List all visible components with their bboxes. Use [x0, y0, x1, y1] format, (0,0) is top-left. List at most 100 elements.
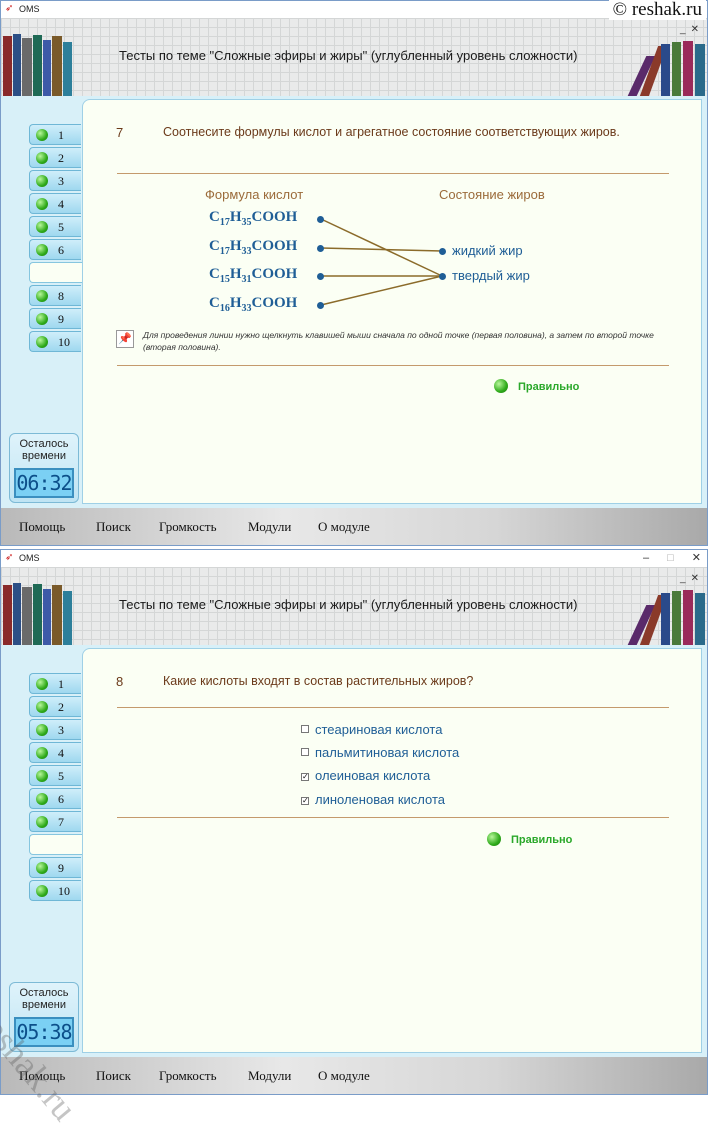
app-title: OMS: [19, 553, 40, 563]
header-controls[interactable]: _ ✕: [680, 24, 699, 35]
checkbox[interactable]: [301, 748, 309, 756]
formula-2-endpoint[interactable]: [317, 245, 324, 252]
timer-display: 06:32: [14, 468, 74, 498]
bottom-menu: Помощь Поиск Громкость Модули О модуле: [1, 508, 707, 545]
timer-panel: Осталось времени 06:32: [9, 433, 79, 503]
option-3[interactable]: ✓ олеиновая кислота: [301, 768, 430, 783]
state-1-endpoint[interactable]: [439, 248, 446, 255]
header-controls[interactable]: _ ✕: [680, 573, 699, 584]
header-banner: Тесты по теме "Сложные эфиры и жиры" (уг…: [1, 567, 707, 645]
option-1[interactable]: стеариновая кислота: [301, 722, 442, 737]
question-number: 8: [116, 674, 124, 689]
formula-3: C15H31COOH: [209, 266, 298, 285]
nav-question-7-current[interactable]: [29, 262, 85, 283]
title-bar: ➶ OMS – □ ✕: [1, 550, 707, 567]
nav-question-1[interactable]: 1: [29, 124, 81, 145]
status-led-icon: [36, 724, 48, 736]
minimize-icon[interactable]: _: [680, 573, 686, 584]
minimize-window-icon[interactable]: –: [643, 550, 649, 567]
status-led-icon: [36, 244, 48, 256]
app-logo-icon: ➶: [5, 552, 14, 563]
nav-question-3[interactable]: 3: [29, 719, 81, 740]
nav-question-4[interactable]: 4: [29, 193, 81, 214]
close-icon[interactable]: ✕: [691, 573, 699, 584]
result-status: Правильно: [511, 834, 573, 846]
question-text: Какие кислоты входят в состав растительн…: [163, 674, 474, 688]
menu-search[interactable]: Поиск: [96, 1068, 131, 1084]
bottom-menu: Помощь Поиск Громкость Модули О модуле: [1, 1057, 707, 1094]
nav-question-5[interactable]: 5: [29, 765, 81, 786]
status-led-icon: [36, 770, 48, 782]
status-led-icon: [36, 885, 48, 897]
correct-led-icon: [487, 832, 501, 846]
body-area: 1 2 3 4 5 6 7 9 10 Осталось времени 05:3…: [1, 645, 707, 1057]
maximize-window-icon[interactable]: □: [667, 550, 674, 567]
window-controls: – □ ✕: [643, 550, 701, 567]
nav-question-2[interactable]: 2: [29, 147, 81, 168]
menu-about[interactable]: О модуле: [318, 1068, 370, 1084]
formula-4-endpoint[interactable]: [317, 302, 324, 309]
menu-search[interactable]: Поиск: [96, 519, 131, 535]
status-led-icon: [36, 198, 48, 210]
menu-modules[interactable]: Модули: [248, 519, 291, 535]
formula-1: C17H35COOH: [209, 209, 298, 228]
watermark: © reshak.ru: [608, 0, 706, 20]
menu-volume[interactable]: Громкость: [159, 1068, 217, 1084]
books-right-decoration: [627, 589, 707, 645]
books-left-decoration: [1, 32, 79, 96]
divider: [117, 707, 669, 708]
nav-question-9[interactable]: 9: [29, 857, 81, 878]
formula-1-endpoint[interactable]: [317, 216, 324, 223]
correct-led-icon: [494, 379, 508, 393]
question-panel: 8 Какие кислоты входят в состав растител…: [82, 648, 702, 1053]
checkbox-checked[interactable]: ✓: [301, 773, 309, 781]
nav-question-6[interactable]: 6: [29, 788, 81, 809]
status-led-icon: [36, 290, 48, 302]
app-logo-icon: ➶: [5, 3, 14, 14]
option-2[interactable]: пальмитиновая кислота: [301, 745, 459, 760]
nav-question-4[interactable]: 4: [29, 742, 81, 763]
nav-question-6[interactable]: 6: [29, 239, 81, 260]
status-led-icon: [36, 793, 48, 805]
menu-volume[interactable]: Громкость: [159, 519, 217, 535]
divider: [117, 365, 669, 366]
nav-question-2[interactable]: 2: [29, 696, 81, 717]
nav-question-10[interactable]: 10: [29, 880, 81, 901]
menu-modules[interactable]: Модули: [248, 1068, 291, 1084]
app-title: OMS: [19, 4, 40, 14]
nav-question-3[interactable]: 3: [29, 170, 81, 191]
nav-question-9[interactable]: 9: [29, 308, 81, 329]
nav-question-5[interactable]: 5: [29, 216, 81, 237]
formula-3-endpoint[interactable]: [317, 273, 324, 280]
status-led-icon: [36, 336, 48, 348]
close-window-icon[interactable]: ✕: [692, 550, 701, 567]
nav-question-8-current[interactable]: [29, 834, 85, 855]
status-led-icon: [36, 816, 48, 828]
status-led-icon: [36, 313, 48, 325]
question-panel: 7 Соотнесите формулы кислот и агрегатное…: [82, 99, 702, 504]
nav-question-1[interactable]: 1: [29, 673, 81, 694]
header-banner: Тесты по теме "Сложные эфиры и жиры" (уг…: [1, 18, 707, 96]
books-right-decoration: [627, 40, 707, 96]
menu-about[interactable]: О модуле: [318, 519, 370, 535]
status-led-icon: [36, 747, 48, 759]
body-area: 1 2 3 4 5 6 8 9 10 Осталось времени 06:3…: [1, 96, 707, 508]
checkbox-checked[interactable]: ✓: [301, 797, 309, 805]
state-2-endpoint[interactable]: [439, 273, 446, 280]
nav-question-8[interactable]: 8: [29, 285, 81, 306]
nav-question-10[interactable]: 10: [29, 331, 81, 352]
close-icon[interactable]: ✕: [691, 24, 699, 35]
status-led-icon: [36, 862, 48, 874]
nav-question-7[interactable]: 7: [29, 811, 81, 832]
option-4[interactable]: ✓ линоленовая кислота: [301, 792, 445, 807]
state-liquid: жидкий жир: [452, 243, 523, 258]
timer-label: Осталось времени: [19, 438, 69, 462]
question-nav: 1 2 3 4 5 6 8 9 10: [29, 124, 85, 354]
checkbox[interactable]: [301, 725, 309, 733]
header-title: Тесты по теме "Сложные эфиры и жиры" (уг…: [119, 597, 578, 612]
status-led-icon: [36, 701, 48, 713]
status-led-icon: [36, 152, 48, 164]
minimize-icon[interactable]: _: [680, 24, 686, 35]
menu-help[interactable]: Помощь: [19, 519, 65, 535]
match-lines: [320, 218, 443, 306]
